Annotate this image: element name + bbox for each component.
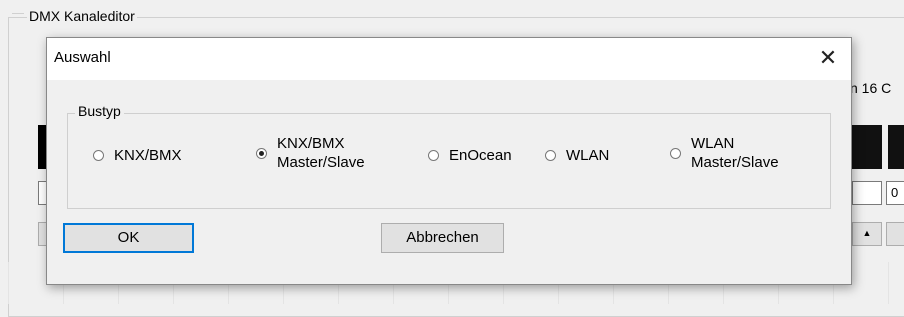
radio-button[interactable] <box>545 150 556 161</box>
channel-spin-button-right-2[interactable] <box>886 222 904 246</box>
channel-slider-right[interactable] <box>852 125 882 169</box>
radio-option-wlan[interactable]: WLAN <box>545 146 609 165</box>
auswahl-dialog: Auswahl ✕ Bustyp KNX/BMX KNX/BMX Master/… <box>46 37 852 285</box>
close-icon[interactable]: ✕ <box>805 38 851 80</box>
radio-label: KNX/BMX <box>114 147 182 164</box>
channel-value-field-right[interactable] <box>852 181 882 205</box>
cancel-button[interactable]: Abbrechen <box>381 223 504 253</box>
dialog-title: Auswahl <box>54 49 111 66</box>
radio-label: WLAN Master/Slave <box>691 135 779 171</box>
radio-button[interactable] <box>670 147 681 159</box>
radio-button-checked[interactable] <box>256 147 267 159</box>
radio-button[interactable] <box>428 150 439 161</box>
radio-option-knx-bmx[interactable]: KNX/BMX <box>93 146 182 165</box>
channel-label: n 16 C <box>850 80 892 96</box>
group-border-line <box>12 13 24 14</box>
radio-label: WLAN <box>566 147 610 164</box>
radio-label: EnOcean <box>449 147 512 164</box>
radio-option-wlan-master-slave[interactable]: WLAN Master/Slave <box>670 134 779 172</box>
channel-spin-up-button[interactable]: ▲ <box>852 222 882 246</box>
radio-option-enocean[interactable]: EnOcean <box>428 146 512 165</box>
channel-slider-right-2[interactable] <box>888 125 904 169</box>
radio-option-knx-bmx-master-slave[interactable]: KNX/BMX Master/Slave <box>256 134 365 172</box>
radio-label: KNX/BMX Master/Slave <box>277 135 365 171</box>
bustyp-label: Bustyp <box>75 101 124 121</box>
dmx-editor-title: DMX Kanaleditor <box>27 7 137 25</box>
radio-button[interactable] <box>93 150 104 161</box>
dialog-titlebar[interactable]: Auswahl ✕ <box>47 38 851 80</box>
ok-button[interactable]: OK <box>63 223 194 253</box>
channel-value-field-right-2[interactable]: 0 <box>886 181 904 205</box>
